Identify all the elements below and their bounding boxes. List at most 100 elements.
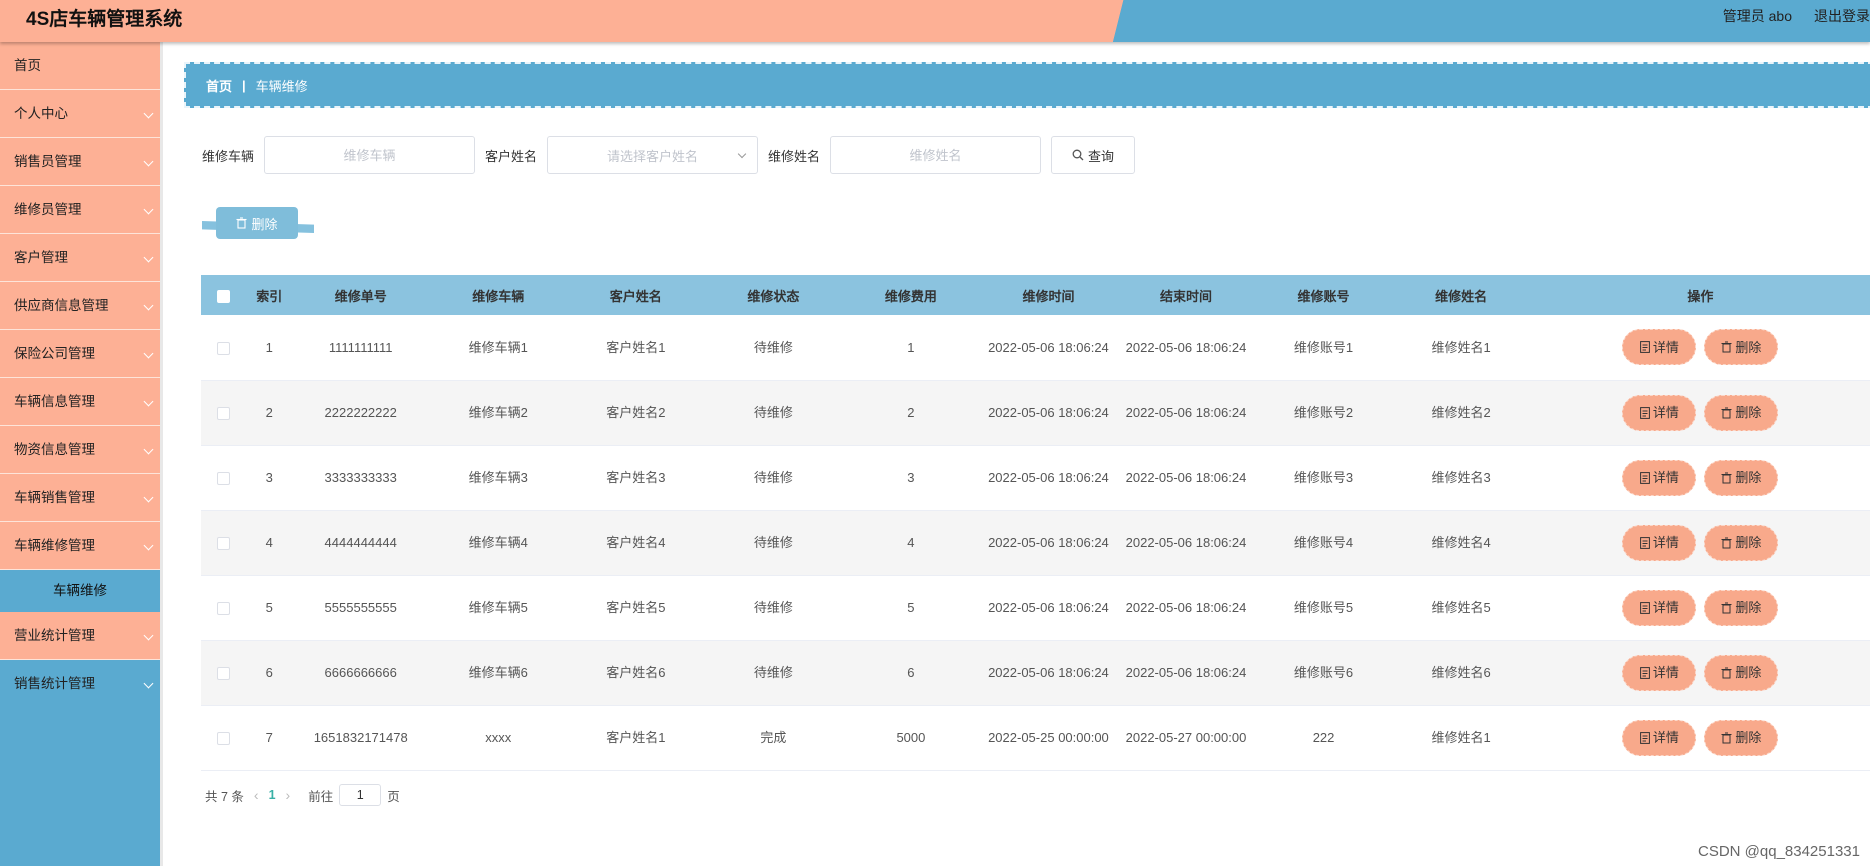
sidebar-item[interactable]: 首页	[0, 42, 160, 90]
cell-end-time: 2022-05-06 18:06:24	[1125, 600, 1247, 615]
header-actions: 管理员 abo 退出登录	[1723, 6, 1870, 26]
table-row[interactable]: 2 2222222222 维修车辆2 客户姓名2 待维修 2 2022-05-06 18:0…	[201, 380, 1870, 445]
delete-button-label: 删除	[1735, 535, 1762, 550]
sidebar-item[interactable]: 销售统计管理	[0, 660, 160, 708]
detail-button[interactable]: 详情	[1622, 329, 1697, 366]
cell-end-time: 2022-05-27 00:00:00	[1125, 730, 1247, 745]
sidebar-item[interactable]: 个人中心	[0, 90, 160, 138]
logout-link[interactable]: 退出登录	[1814, 6, 1870, 26]
sidebar-item[interactable]: 销售员管理	[0, 138, 160, 186]
detail-button[interactable]: 详情	[1622, 589, 1697, 626]
breadcrumb: 首页 | 车辆维修	[184, 62, 1870, 108]
detail-button[interactable]: 详情	[1622, 394, 1697, 431]
sidebar-item[interactable]: 保险公司管理	[0, 330, 160, 378]
row-actions: 详情 删除	[1530, 575, 1870, 640]
column-header: 索引	[256, 288, 283, 304]
cell-vehicle: 维修车辆5	[468, 600, 528, 615]
row-checkbox[interactable]	[217, 341, 231, 355]
delete-button[interactable]: 删除	[1704, 459, 1779, 496]
vehicle-label: 维修车辆	[202, 148, 255, 164]
repairer-search-input[interactable]	[830, 136, 1042, 174]
cell-customer: 客户姓名2	[606, 405, 666, 420]
cell-start-time: 2022-05-06 18:06:24	[988, 600, 1109, 615]
sidebar-item[interactable]: 客户管理	[0, 234, 160, 282]
cell-vehicle: xxxx	[485, 730, 512, 745]
row-checkbox[interactable]	[217, 667, 231, 681]
page-number-current[interactable]: 1	[269, 788, 276, 802]
admin-user-label[interactable]: 管理员 abo	[1723, 6, 1792, 26]
detail-button-label: 详情	[1652, 600, 1679, 615]
cell-start-time: 2022-05-06 18:06:24	[988, 470, 1109, 485]
detail-button-label: 详情	[1652, 730, 1679, 745]
delete-button[interactable]: 删除	[1704, 654, 1779, 691]
sidebar-item[interactable]: 车辆维修管理	[0, 522, 160, 570]
cell-vehicle: 维修车辆1	[468, 339, 528, 355]
select-all-checkbox[interactable]	[217, 289, 231, 303]
sidebar-item[interactable]: 供应商信息管理	[0, 282, 160, 330]
delete-button[interactable]: 删除	[1704, 524, 1779, 561]
sidebar-item[interactable]: 车辆销售管理	[0, 474, 160, 522]
document-icon	[1640, 341, 1650, 354]
row-checkbox[interactable]	[217, 472, 231, 486]
delete-button[interactable]: 删除	[1704, 394, 1779, 431]
customer-select[interactable]: 请选择客户姓名	[547, 136, 759, 174]
table-row[interactable]: 4 4444444444 维修车辆4 客户姓名4 待维修 4 2022-05-06 18:0…	[201, 510, 1870, 575]
table-row[interactable]: 1 1111111111 维修车辆1 客户姓名1 待维修 1 2022-05-06 18:0…	[201, 315, 1870, 380]
row-checkbox[interactable]	[217, 602, 231, 616]
sidebar-subitem-active[interactable]: 车辆维修	[0, 570, 160, 612]
document-icon	[1640, 471, 1650, 484]
chevron-down-icon	[143, 108, 154, 119]
next-page-icon[interactable]: ›	[286, 787, 291, 803]
row-checkbox[interactable]	[217, 732, 231, 746]
breadcrumb-current: 车辆维修	[255, 78, 308, 94]
delete-button[interactable]: 删除	[1704, 329, 1779, 366]
table-row[interactable]: 6 6666666666 维修车辆6 客户姓名6 待维修 6 2022-05-06 18:0…	[201, 640, 1870, 705]
chevron-down-icon	[143, 156, 154, 167]
row-actions: 详情 删除	[1530, 510, 1870, 575]
cell-status: 待维修	[753, 665, 793, 680]
cell-fee: 2	[907, 405, 915, 420]
table-row[interactable]: 3 3333333333 维修车辆3 客户姓名3 待维修 3 2022-05-06 18:0…	[201, 445, 1870, 510]
cell-account: 222	[1312, 730, 1335, 745]
cell-repairer: 维修姓名6	[1431, 665, 1491, 680]
query-button[interactable]: 查询	[1051, 136, 1136, 174]
sidebar-item[interactable]: 车辆信息管理	[0, 378, 160, 426]
trash-icon	[236, 217, 247, 229]
prev-page-icon[interactable]: ‹	[254, 787, 259, 803]
detail-button[interactable]: 详情	[1622, 459, 1697, 496]
vehicle-search-input[interactable]	[264, 136, 476, 174]
cell-vehicle: 维修车辆2	[468, 405, 528, 420]
detail-button[interactable]: 详情	[1622, 654, 1697, 691]
bulk-delete-button[interactable]: 删除	[216, 207, 298, 239]
cell-end-time: 2022-05-06 18:06:24	[1125, 665, 1247, 680]
cell-status: 待维修	[753, 535, 793, 550]
detail-button[interactable]: 详情	[1622, 719, 1697, 756]
cell-vehicle: 维修车辆6	[468, 665, 528, 680]
page-suffix: 页	[387, 789, 400, 804]
cell-repairer: 维修姓名2	[1431, 405, 1491, 420]
breadcrumb-home[interactable]: 首页	[206, 76, 232, 95]
sidebar-item[interactable]: 维修员管理	[0, 186, 160, 234]
goto-page-input[interactable]	[339, 784, 382, 806]
trash-icon	[1721, 602, 1732, 614]
sidebar-item[interactable]: 物资信息管理	[0, 426, 160, 474]
delete-button[interactable]: 删除	[1704, 719, 1779, 756]
cell-end-time: 2022-05-06 18:06:24	[1125, 405, 1247, 420]
detail-button[interactable]: 详情	[1622, 524, 1697, 561]
table-row[interactable]: 5 5555555555 维修车辆5 客户姓名5 待维修 5 2022-05-06 18:0…	[201, 575, 1870, 640]
row-checkbox[interactable]	[217, 407, 231, 421]
row-checkbox[interactable]	[217, 537, 231, 551]
cell-end-time: 2022-05-06 18:06:24	[1125, 339, 1247, 355]
row-select-cell	[201, 445, 246, 510]
cell-status: 待维修	[753, 470, 793, 485]
delete-button[interactable]: 删除	[1704, 589, 1779, 626]
detail-button-label: 详情	[1652, 339, 1679, 355]
sidebar-item[interactable]: 营业统计管理	[0, 612, 160, 660]
cell-order-no: 4444444444	[324, 535, 397, 550]
table-row[interactable]: 7 1651832171478 xxxx 客户姓名1 完成 5000 2022-05-25 …	[201, 705, 1870, 770]
cell-fee: 6	[907, 665, 915, 680]
cell-account: 维修账号3	[1293, 470, 1354, 485]
cell-order-no: 6666666666	[324, 665, 397, 680]
cell-fee: 4	[907, 535, 915, 550]
column-header: 维修费用	[884, 288, 937, 304]
